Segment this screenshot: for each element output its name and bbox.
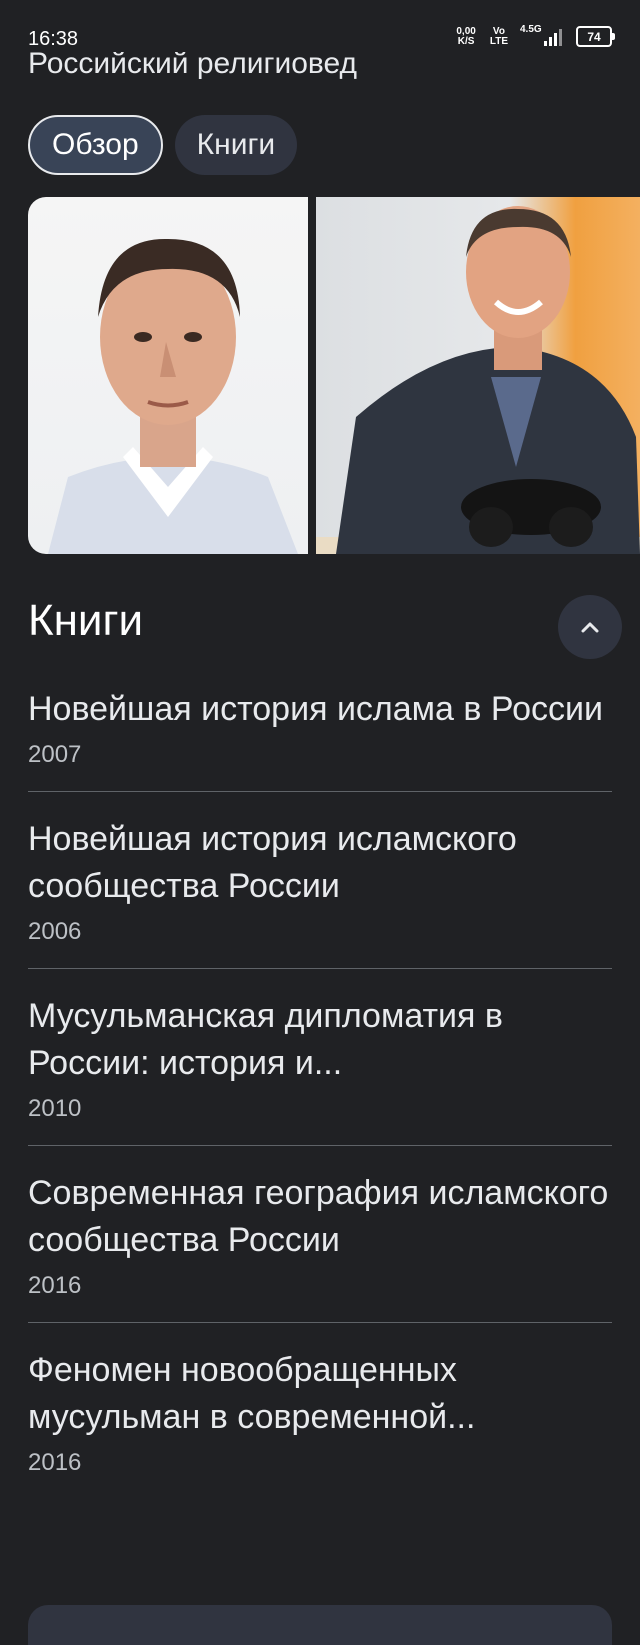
book-year: 2007 (28, 741, 82, 768)
book-title[interactable]: Новейшая история ислама в России (28, 686, 612, 733)
signal-icon: 4.5G (520, 24, 562, 46)
list-item[interactable]: Феномен новообращенных мусульман в совре… (28, 1347, 612, 1499)
book-year: 2010 (28, 1095, 82, 1122)
book-title[interactable]: Современная география исламского сообщес… (28, 1170, 612, 1264)
list-item[interactable]: Мусульманская дипломатия в России: истор… (28, 993, 612, 1146)
book-title[interactable]: Мусульманская дипломатия в России: истор… (28, 993, 612, 1087)
list-item[interactable]: Современная география исламского сообщес… (28, 1170, 612, 1323)
book-title[interactable]: Новейшая история исламского сообщества Р… (28, 816, 612, 910)
person-photo-2[interactable] (316, 197, 640, 554)
network-type: 4.5G (520, 23, 542, 35)
book-title[interactable]: Феномен новообращенных мусульман в совре… (28, 1347, 612, 1441)
network-speed: 0,00 K/S (456, 25, 476, 47)
list-item[interactable]: Новейшая история исламского сообщества Р… (28, 816, 612, 969)
section-title: Книги (28, 596, 144, 645)
clock: 16:38 (28, 28, 79, 50)
tab-bar: Обзор Книги (28, 115, 298, 175)
person-photo-1[interactable] (28, 197, 308, 554)
book-year: 2006 (28, 918, 82, 945)
image-carousel[interactable] (28, 197, 640, 554)
battery-level: 74 (587, 29, 601, 44)
list-item[interactable]: Новейшая история ислама в России 2007 (28, 686, 612, 792)
entity-subtitle-text: Российский религиовед (28, 52, 358, 80)
collapse-button[interactable] (558, 595, 622, 659)
books-list: Новейшая история ислама в России 2007 Но… (28, 686, 612, 1523)
tab-books[interactable]: Книги (174, 115, 298, 175)
battery-icon: 74 (576, 26, 615, 47)
volte-icon: Vo LTE (489, 25, 508, 47)
volte-bottom: LTE (489, 35, 508, 47)
tab-overview[interactable]: Обзор (28, 115, 163, 175)
entity-subtitle: Российский религиовед (28, 52, 357, 90)
bottom-sheet-edge (28, 1605, 612, 1645)
book-year: 2016 (28, 1272, 82, 1299)
chevron-up-icon (581, 622, 599, 633)
network-speed-unit: K/S (457, 35, 475, 47)
status-icons: 0,00 K/S Vo LTE 4.5G 74 (456, 24, 615, 47)
book-year: 2016 (28, 1449, 82, 1476)
network-speed-value: 0,00 (456, 25, 476, 37)
volte-top: Vo (492, 25, 505, 37)
